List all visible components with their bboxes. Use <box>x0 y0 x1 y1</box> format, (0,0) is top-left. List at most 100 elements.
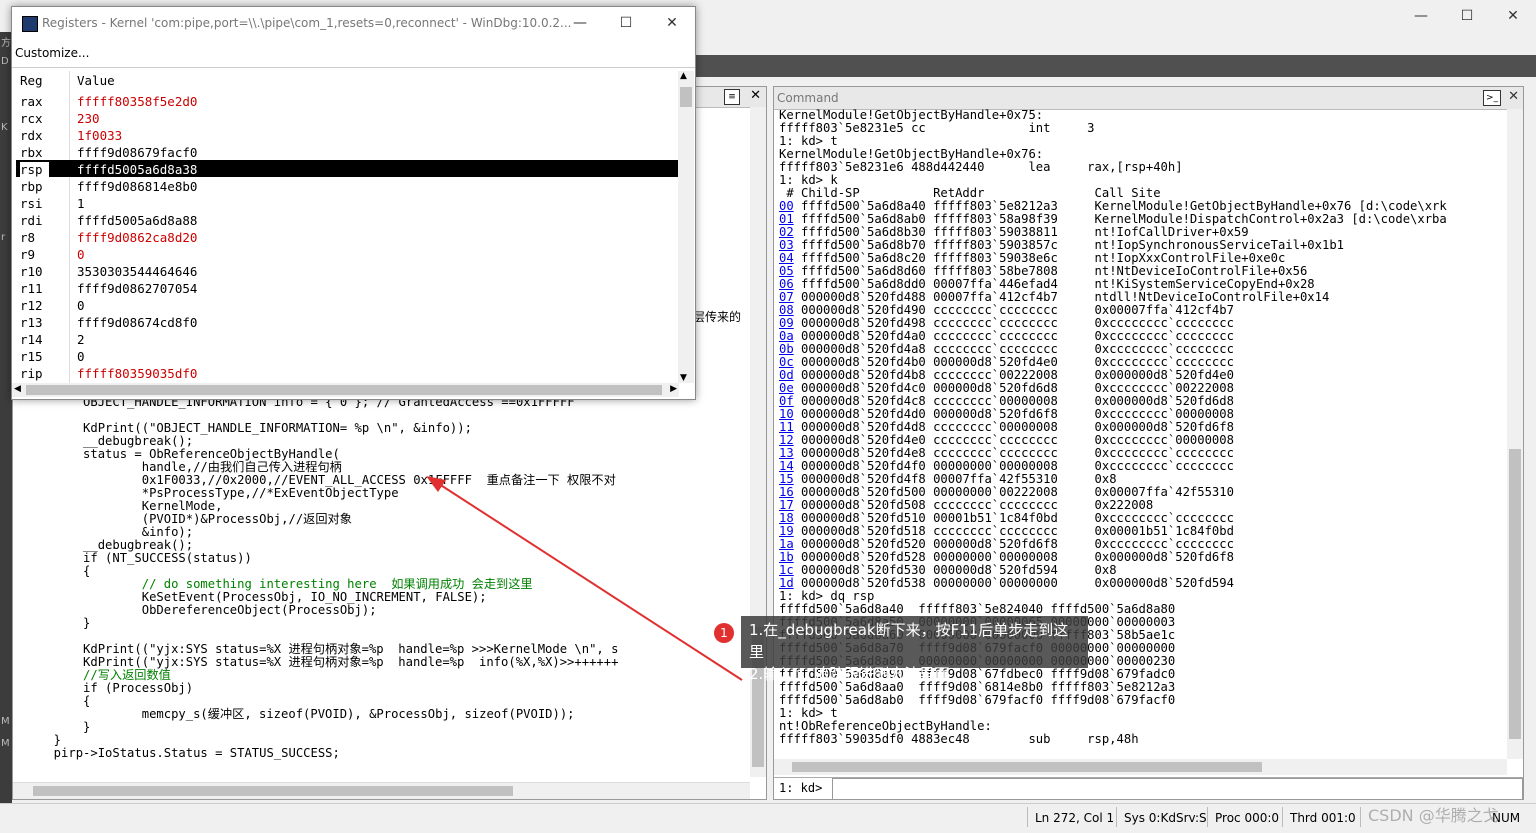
frame-number-link[interactable]: 06 <box>779 277 794 291</box>
register-value[interactable]: fffff80359035df0 <box>77 366 197 381</box>
frame-text: ffffd500`5a6d8b30 fffff803`59038811 nt!I… <box>793 225 1249 239</box>
command-window-close-icon[interactable]: ✕ <box>1508 89 1519 104</box>
register-value[interactable]: ffff9d08674cd8f0 <box>77 315 197 330</box>
registers-minimize-button[interactable]: — <box>557 7 603 39</box>
frame-number-link[interactable]: 14 <box>779 459 794 473</box>
register-row-r9[interactable]: r9 0 <box>16 245 678 262</box>
scroll-left-icon[interactable]: ◀ <box>14 384 21 394</box>
registers-vertical-scrollbar[interactable]: ▲ ▼ <box>678 71 694 383</box>
frame-number-link[interactable]: 05 <box>779 264 794 278</box>
command-vertical-scrollbar[interactable] <box>1507 109 1523 759</box>
source-hscroll-thumb[interactable] <box>33 786 513 796</box>
register-row-r11[interactable]: r11 ffff9d0862707054 <box>16 279 678 296</box>
registers-toolbar: Customize... <box>12 41 695 68</box>
command-hscroll-thumb[interactable] <box>792 762 1262 772</box>
register-row-rdx[interactable]: rdx 1f0033 <box>16 126 678 143</box>
frame-number-link[interactable]: 01 <box>779 212 794 226</box>
register-row-r15[interactable]: r15 0 <box>16 347 678 364</box>
customize-button[interactable]: Customize... <box>15 46 89 60</box>
register-value[interactable]: 230 <box>77 111 100 126</box>
register-row-rsi[interactable]: rsi 1 <box>16 194 678 211</box>
registers-maximize-button[interactable]: ☐ <box>603 7 649 39</box>
command-input[interactable] <box>832 778 1523 800</box>
frame-number-link[interactable]: 11 <box>779 420 794 434</box>
frame-number-link[interactable]: 0c <box>779 355 794 369</box>
frame-number-link[interactable]: 0e <box>779 381 794 395</box>
reg-column-header[interactable]: Reg <box>20 73 43 88</box>
frame-number-link[interactable]: 07 <box>779 290 794 304</box>
register-name: r14 <box>20 332 43 347</box>
frame-number-link[interactable]: 0b <box>779 342 794 356</box>
registers-hscroll-thumb[interactable] <box>26 385 662 395</box>
register-name: rip <box>20 366 43 381</box>
register-value[interactable]: 3530303544464646 <box>77 264 197 279</box>
register-row-rbp[interactable]: rbp ffff9d086814e8b0 <box>16 177 678 194</box>
register-value[interactable]: ffff9d0862707054 <box>77 281 197 296</box>
registers-horizontal-scrollbar[interactable]: ◀ ▶ <box>12 383 679 397</box>
register-row-r10[interactable]: r10 3530303544464646 <box>16 262 678 279</box>
register-row-rax[interactable]: rax fffff80358f5e2d0 <box>16 92 678 109</box>
source-window-icon[interactable]: ≡ <box>724 89 740 105</box>
register-value[interactable]: fffff80358f5e2d0 <box>77 94 197 109</box>
frame-number-link[interactable]: 09 <box>779 316 794 330</box>
register-value[interactable]: 0 <box>77 349 85 364</box>
frame-number-link[interactable]: 0f <box>779 394 794 408</box>
register-row-rcx[interactable]: rcx 230 <box>16 109 678 126</box>
register-value[interactable]: ffffd5005a6d8a88 <box>77 213 197 228</box>
register-row-rbx[interactable]: rbx ffff9d08679facf0 <box>16 143 678 160</box>
frame-number-link[interactable]: 1b <box>779 550 794 564</box>
source-code[interactable]: PKEVENT ProcessObj = NULL; OBJECT_HANDLE… <box>17 383 752 771</box>
register-value[interactable]: ffff9d086814e8b0 <box>77 179 197 194</box>
frame-number-link[interactable]: 04 <box>779 251 794 265</box>
register-row-r13[interactable]: r13 ffff9d08674cd8f0 <box>16 313 678 330</box>
frame-number-link[interactable]: 19 <box>779 524 794 538</box>
frame-number-link[interactable]: 13 <box>779 446 794 460</box>
registers-close-button[interactable]: ✕ <box>649 7 695 39</box>
frame-number-link[interactable]: 1d <box>779 576 794 590</box>
register-value[interactable]: 2 <box>77 332 85 347</box>
frame-number-link[interactable]: 02 <box>779 225 794 239</box>
frame-number-link[interactable]: 0d <box>779 368 794 382</box>
register-row-rsp[interactable]: rsp ffffd5005a6d8a38 <box>16 160 678 177</box>
frame-number-link[interactable]: 12 <box>779 433 794 447</box>
register-value[interactable]: ffff9d0862ca8d20 <box>77 230 197 245</box>
source-window-close-icon[interactable]: ✕ <box>750 88 761 103</box>
source-horizontal-scrollbar[interactable] <box>13 782 750 799</box>
registers-vscroll-thumb[interactable] <box>680 87 692 107</box>
frame-number-link[interactable]: 15 <box>779 472 794 486</box>
frame-number-link[interactable]: 1a <box>779 537 794 551</box>
frame-number-link[interactable]: 17 <box>779 498 794 512</box>
frame-number-link[interactable]: 03 <box>779 238 794 252</box>
register-row-r14[interactable]: r14 2 <box>16 330 678 347</box>
register-value[interactable]: ffffd5005a6d8a38 <box>77 162 197 177</box>
register-row-rip[interactable]: rip fffff80359035df0 <box>16 364 678 381</box>
main-maximize-button[interactable]: ☐ <box>1444 0 1490 32</box>
value-column-header[interactable]: Value <box>77 73 115 88</box>
frame-number-link[interactable]: 1c <box>779 563 794 577</box>
frame-number-link[interactable]: 08 <box>779 303 794 317</box>
register-value[interactable]: ffff9d08679facf0 <box>77 145 197 160</box>
register-value[interactable]: 0 <box>77 298 85 313</box>
command-horizontal-scrollbar[interactable] <box>774 759 1507 775</box>
main-close-button[interactable]: ✕ <box>1490 0 1536 32</box>
command-window-icon[interactable]: >_ <box>1483 90 1501 106</box>
status-ln-col: Ln 272, Col 1 <box>1035 811 1115 825</box>
frame-text: 000000d8`520fd488 00007ffa`412cf4b7 ntdl… <box>793 290 1330 304</box>
registers-titlebar[interactable]: Registers - Kernel 'com:pipe,port=\\.\pi… <box>12 7 695 39</box>
register-value[interactable]: 0 <box>77 247 85 262</box>
scroll-down-icon[interactable]: ▼ <box>680 373 687 383</box>
register-value[interactable]: 1 <box>77 196 85 211</box>
scroll-up-icon[interactable]: ▲ <box>680 71 687 81</box>
command-vscroll-thumb[interactable] <box>1509 449 1521 739</box>
main-minimize-button[interactable]: — <box>1398 0 1444 32</box>
register-row-rdi[interactable]: rdi ffffd5005a6d8a88 <box>16 211 678 228</box>
frame-number-link[interactable]: 10 <box>779 407 794 421</box>
frame-number-link[interactable]: 16 <box>779 485 794 499</box>
register-row-r8[interactable]: r8 ffff9d0862ca8d20 <box>16 228 678 245</box>
register-value[interactable]: 1f0033 <box>77 128 122 143</box>
frame-number-link[interactable]: 00 <box>779 199 794 213</box>
scroll-right-icon[interactable]: ▶ <box>670 384 677 394</box>
frame-number-link[interactable]: 0a <box>779 329 794 343</box>
frame-number-link[interactable]: 18 <box>779 511 794 525</box>
register-row-r12[interactable]: r12 0 <box>16 296 678 313</box>
